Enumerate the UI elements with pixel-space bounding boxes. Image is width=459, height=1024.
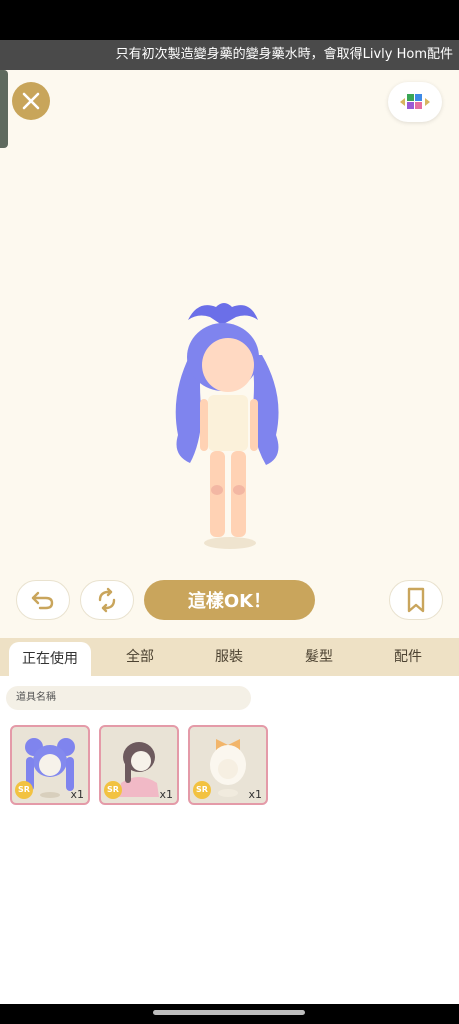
tab-hairstyle[interactable]: 髮型: [279, 638, 359, 676]
home-gesture-handle[interactable]: [153, 1010, 305, 1015]
item-count: x1: [248, 788, 262, 801]
palette-button[interactable]: [388, 82, 442, 122]
refresh-icon: [98, 587, 116, 613]
item-slot[interactable]: SR x1: [10, 725, 90, 805]
tab-all[interactable]: 全部: [100, 638, 180, 676]
rarity-badge: SR: [104, 781, 122, 799]
item-count: x1: [70, 788, 84, 801]
bookmark-button[interactable]: [389, 580, 443, 620]
category-tab-bar: 正在使用 全部 服裝 髮型 配件: [0, 638, 459, 676]
side-drawer-handle[interactable]: [0, 70, 8, 148]
bookmark-icon: [407, 587, 425, 613]
close-icon: [22, 92, 40, 110]
status-bar: [0, 0, 459, 40]
item-slot[interactable]: SR x1: [188, 725, 268, 805]
tab-in-use[interactable]: 正在使用: [9, 642, 91, 676]
avatar-figure: [175, 303, 279, 549]
item-count: x1: [159, 788, 173, 801]
item-name-search[interactable]: 道具名稱: [6, 686, 251, 710]
notice-banner: 只有初次製造變身藥的變身藥水時，會取得Livly Hom配件: [0, 40, 459, 70]
rarity-badge: SR: [15, 781, 33, 799]
tab-accessories[interactable]: 配件: [368, 638, 448, 676]
confirm-ok-button[interactable]: 這樣OK！: [144, 580, 315, 620]
close-button[interactable]: [12, 82, 50, 120]
tab-clothing[interactable]: 服裝: [189, 638, 269, 676]
undo-icon: [31, 591, 54, 610]
palette-icon: [400, 94, 430, 109]
rarity-badge: SR: [193, 781, 211, 799]
refresh-button[interactable]: [80, 580, 134, 620]
item-slot[interactable]: SR x1: [99, 725, 179, 805]
undo-button[interactable]: [16, 580, 70, 620]
